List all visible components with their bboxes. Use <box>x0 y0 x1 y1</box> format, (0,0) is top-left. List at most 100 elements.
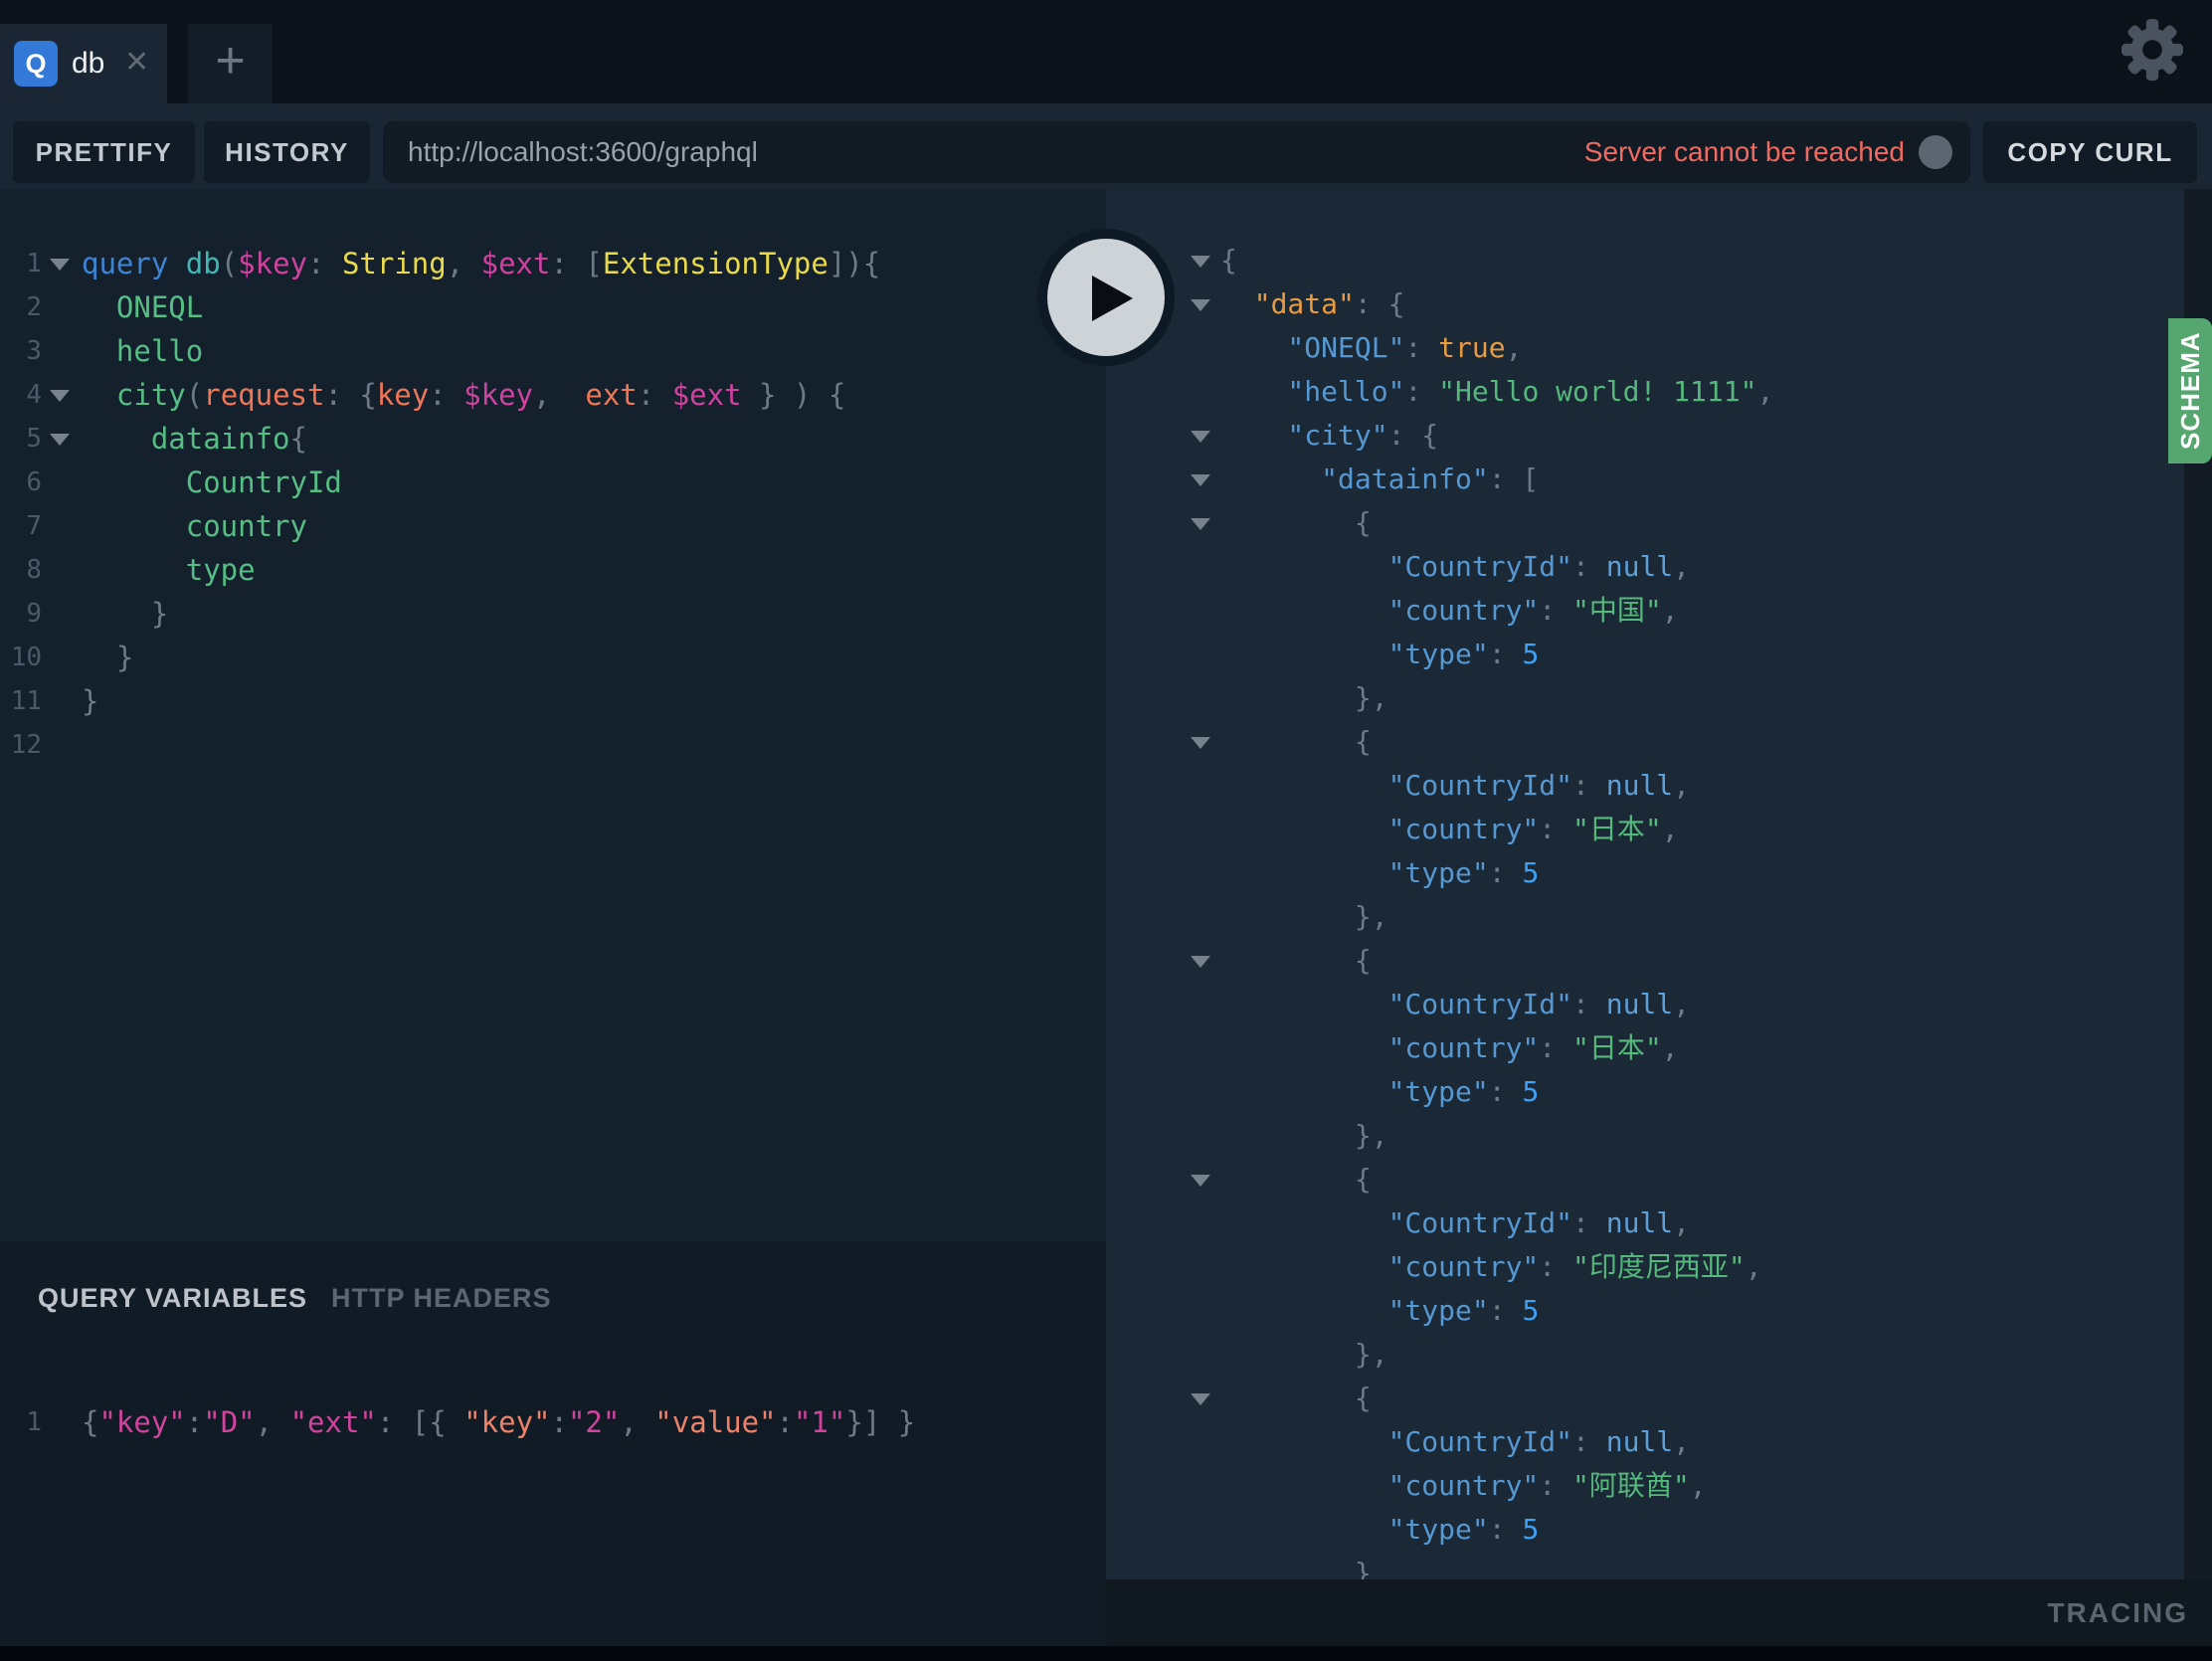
response-line: { <box>1106 501 2212 545</box>
code-text: city(request: {key: $key, ext: $ext } ) … <box>82 373 845 417</box>
code-text: ONEQL <box>82 285 203 329</box>
gutter <box>1106 1114 1220 1158</box>
gutter <box>42 461 82 504</box>
window-bottom-edge <box>0 1646 2212 1661</box>
code-text: } <box>82 636 133 679</box>
response-line: "CountryId": null, <box>1106 1420 2212 1464</box>
response-line: "country": "中国", <box>1106 589 2212 633</box>
code-text: "country": "日本", <box>1220 1026 1679 1070</box>
line-number: 1 <box>0 242 42 285</box>
gutter <box>1106 589 1220 633</box>
gutter <box>1106 764 1220 808</box>
code-text: "datainfo": [ <box>1220 458 1539 501</box>
code-text: "type": 5 <box>1220 633 1539 676</box>
settings-gear-icon[interactable] <box>2120 17 2185 83</box>
gutter <box>1106 720 1220 764</box>
code-text: "hello": "Hello world! 1111", <box>1220 370 1773 414</box>
response-line: "data": { <box>1106 282 2212 326</box>
gutter <box>1106 1464 1220 1508</box>
query-editor-pane[interactable]: 1 query db($key: String, $ext: [Extension… <box>0 189 1106 1241</box>
code-text: } <box>82 592 168 636</box>
collapse-arrow-icon[interactable] <box>50 434 70 446</box>
code-line: 8 type <box>0 548 1106 592</box>
collapse-arrow-icon[interactable] <box>1191 474 1210 486</box>
code-text: "country": "中国", <box>1220 589 1679 633</box>
execute-button[interactable] <box>1037 229 1175 366</box>
response-line: "type": 5 <box>1106 633 2212 676</box>
response-line: "CountryId": null, <box>1106 545 2212 589</box>
code-line: 1{"key":"D", "ext": [{ "key":"2", "value… <box>0 1400 1106 1444</box>
line-number: 8 <box>0 548 42 592</box>
response-line: { <box>1106 1377 2212 1420</box>
collapse-arrow-icon[interactable] <box>1191 299 1210 311</box>
new-tab-button[interactable]: + <box>188 24 273 103</box>
response-line: }, <box>1106 676 2212 720</box>
code-text: "CountryId": null, <box>1220 983 1690 1026</box>
gutter <box>1106 1289 1220 1333</box>
response-lines: { "data": { "ONEQL": true, "hello": "Hel… <box>1106 239 2212 1579</box>
gutter <box>42 242 82 285</box>
collapse-arrow-icon[interactable] <box>1191 431 1210 443</box>
line-number: 6 <box>0 461 42 504</box>
gutter <box>1106 1377 1220 1420</box>
response-line: { <box>1106 239 2212 282</box>
toolbar: PRETTIFY HISTORY http://localhost:3600/g… <box>0 103 2212 189</box>
gutter <box>1106 633 1220 676</box>
tracing-bar[interactable]: TRACING <box>1106 1579 2212 1646</box>
line-number: 4 <box>0 373 42 417</box>
collapse-arrow-icon[interactable] <box>1191 1393 1210 1405</box>
response-line: "country": "日本", <box>1106 808 2212 851</box>
response-pane: { "data": { "ONEQL": true, "hello": "Hel… <box>1106 189 2212 1579</box>
response-line: { <box>1106 720 2212 764</box>
gutter <box>1106 370 1220 414</box>
code-line: 4 city(request: {key: $key, ext: $ext } … <box>0 373 1106 417</box>
collapse-arrow-icon[interactable] <box>50 259 70 271</box>
gutter <box>1106 1420 1220 1464</box>
response-line: "CountryId": null, <box>1106 983 2212 1026</box>
collapse-arrow-icon[interactable] <box>1191 1175 1210 1187</box>
tab-label: db <box>72 24 104 103</box>
endpoint-url: http://localhost:3600/graphql <box>408 121 758 183</box>
collapse-arrow-icon[interactable] <box>1191 956 1210 968</box>
response-line: "country": "阿联酋", <box>1106 1464 2212 1508</box>
code-line: 9 } <box>0 592 1106 636</box>
endpoint-url-input[interactable]: http://localhost:3600/graphql Server can… <box>383 121 1970 183</box>
gutter <box>1106 676 1220 720</box>
gutter <box>42 592 82 636</box>
code-text: datainfo{ <box>82 417 307 461</box>
code-text: query db($key: String, $ext: [ExtensionT… <box>82 242 880 285</box>
code-line: 2 ONEQL <box>0 285 1106 329</box>
copy-curl-button[interactable]: COPY CURL <box>1983 121 2197 183</box>
code-text: { <box>1220 1158 1372 1201</box>
code-text: "data": { <box>1220 282 1404 326</box>
gutter <box>42 636 82 679</box>
tab-db[interactable]: Q db ✕ <box>0 24 167 103</box>
history-button[interactable]: HISTORY <box>204 121 370 183</box>
code-text: "CountryId": null, <box>1220 545 1690 589</box>
tab-bar: Q db ✕ + <box>0 0 2212 103</box>
graphql-playground-window: Q db ✕ + PRETTIFY HISTORY http://localho… <box>0 0 2212 1661</box>
schema-tab[interactable]: SCHEMA <box>2168 318 2212 463</box>
collapse-arrow-icon[interactable] <box>1191 256 1210 268</box>
tab-close-icon[interactable]: ✕ <box>124 24 149 103</box>
collapse-arrow-icon[interactable] <box>1191 737 1210 749</box>
variables-editor[interactable]: 1{"key":"D", "ext": [{ "key":"2", "value… <box>0 1400 1106 1444</box>
code-text: "country": "印度尼西亚", <box>1220 1245 1762 1289</box>
gutter <box>1106 983 1220 1026</box>
code-text: { <box>1220 501 1372 545</box>
query-badge: Q <box>14 41 58 87</box>
code-line: 6 CountryId <box>0 461 1106 504</box>
tab-http-headers[interactable]: HTTP HEADERS <box>331 1283 552 1314</box>
line-number: 12 <box>0 723 42 767</box>
tab-query-variables[interactable]: QUERY VARIABLES <box>38 1283 307 1314</box>
collapse-arrow-icon[interactable] <box>50 390 70 402</box>
response-line: { <box>1106 939 2212 983</box>
code-text: "CountryId": null, <box>1220 1201 1690 1245</box>
prettify-button[interactable]: PRETTIFY <box>13 121 195 183</box>
variables-pane: QUERY VARIABLES HTTP HEADERS 1{"key":"D"… <box>0 1241 1106 1646</box>
gutter <box>1106 1070 1220 1114</box>
code-text: }, <box>1220 676 1388 720</box>
response-line: }, <box>1106 895 2212 939</box>
line-number: 11 <box>0 679 42 723</box>
collapse-arrow-icon[interactable] <box>1191 518 1210 530</box>
